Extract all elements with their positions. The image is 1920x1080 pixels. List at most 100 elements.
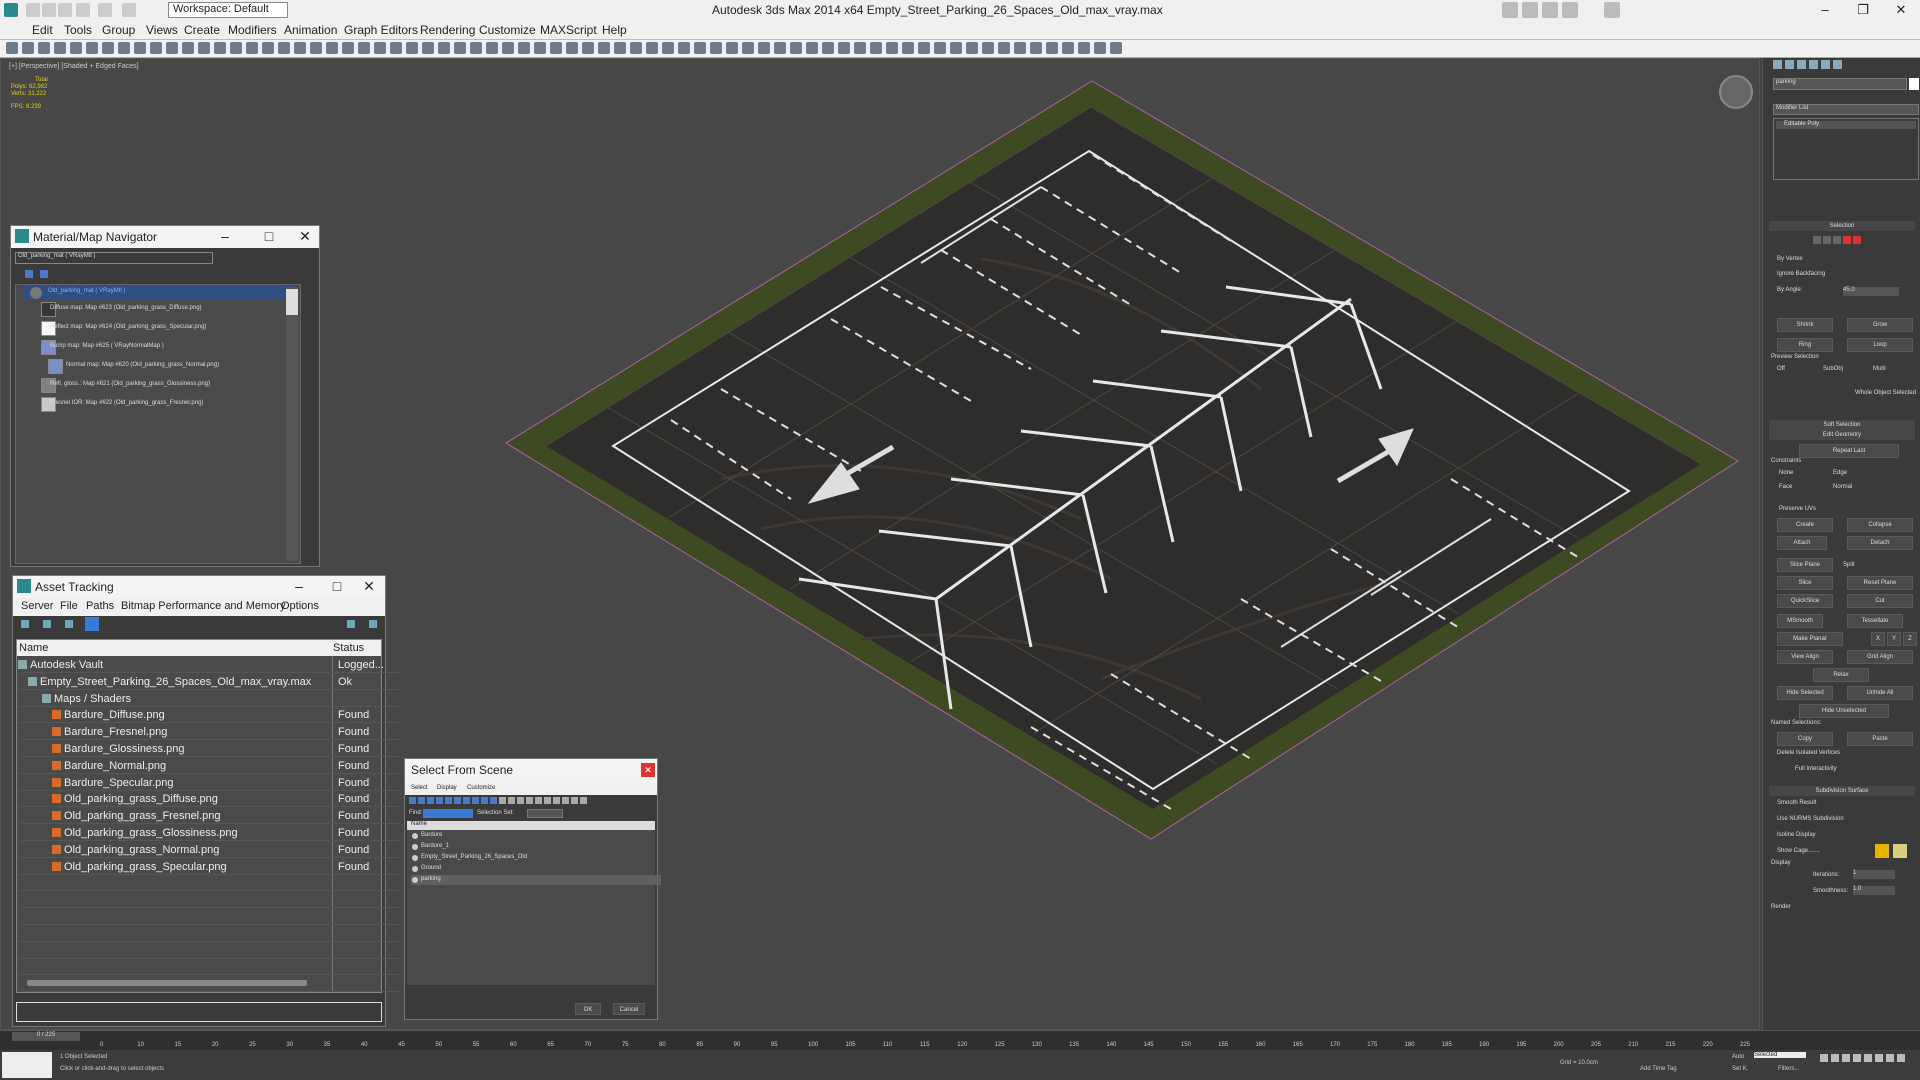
toolbar-tool-icon[interactable] (6, 42, 18, 54)
utilities-tab-icon[interactable] (1833, 60, 1842, 69)
toolbar-tool-icon[interactable] (662, 42, 674, 54)
maximize-button[interactable]: □ (255, 228, 283, 244)
search-help-icon[interactable] (1502, 2, 1518, 18)
toolbar-tool-icon[interactable] (1062, 42, 1074, 54)
toolbar-tool-icon[interactable] (838, 42, 850, 54)
edit-geometry-rollout-header[interactable]: Edit Geometry (1769, 430, 1915, 440)
isoline-display-checkbox[interactable]: Isoline Display (1777, 832, 1816, 838)
tree-icon[interactable] (65, 620, 73, 628)
toolbar-tool-icon[interactable] (102, 42, 114, 54)
menu-options[interactable]: Options (281, 600, 319, 612)
toolbar-tool-icon[interactable] (518, 42, 530, 54)
playback-button-icon[interactable] (1842, 1054, 1850, 1062)
full-interactivity-checkbox[interactable]: Full Interactivity (1795, 766, 1837, 772)
loop-button[interactable]: Loop (1847, 338, 1913, 352)
help-icon[interactable] (1604, 2, 1620, 18)
cage-color-swatch-1[interactable] (1875, 844, 1889, 858)
toolbar-tool-icon[interactable] (870, 42, 882, 54)
delete-isolated-checkbox[interactable]: Delete Isolated Vertices (1777, 750, 1840, 756)
col-name[interactable]: Name (19, 642, 48, 654)
menu-customize[interactable]: Customize (479, 23, 536, 37)
ignore-backfacing-checkbox[interactable]: Ignore Backfacing (1777, 271, 1825, 277)
toolbar-tool-icon[interactable] (902, 42, 914, 54)
table-row[interactable]: Old_parking_grass_Normal.png Found (20, 842, 400, 858)
preserve-uvs-checkbox[interactable]: Preserve UVs (1779, 506, 1816, 512)
select-from-scene-titlebar[interactable]: Select From Scene ✕ (405, 759, 657, 783)
cage-color-swatch-2[interactable] (1893, 844, 1907, 858)
list-icon[interactable] (43, 620, 51, 628)
view-align-button[interactable]: View Align (1777, 650, 1833, 664)
toolbar-tool-icon[interactable] (918, 42, 930, 54)
toolbar-tool-icon[interactable] (422, 42, 434, 54)
filter-icon[interactable] (427, 797, 434, 804)
iterations-spinner[interactable]: 1 (1853, 870, 1895, 879)
menu-customize[interactable]: Customize (467, 785, 495, 791)
toolbar-tool-icon[interactable] (1094, 42, 1106, 54)
horizontal-scrollbar[interactable] (27, 980, 307, 986)
preview-subobj-radio[interactable]: SubObj (1823, 366, 1843, 372)
subdivision-surface-rollout-header[interactable]: Subdivision Surface (1769, 786, 1915, 796)
col-name[interactable]: Name (407, 821, 655, 830)
subscription-icon[interactable] (1542, 2, 1558, 18)
ok-button[interactable]: OK (575, 1003, 601, 1015)
undo-icon[interactable] (76, 3, 90, 17)
object-name-field[interactable]: parking (1773, 78, 1907, 90)
filter-icon[interactable] (481, 797, 488, 804)
toolbar-tool-icon[interactable] (326, 42, 338, 54)
collapse-button[interactable]: Collapse (1847, 518, 1913, 532)
object-row-ground[interactable]: Ground (411, 864, 661, 874)
toolbar-tool-icon[interactable] (502, 42, 514, 54)
map-item-bump[interactable]: Bump map: Map #625 ( VRayNormalMap ) (50, 343, 164, 359)
playback-button-icon[interactable] (1864, 1054, 1872, 1062)
playback-button-icon[interactable] (1897, 1054, 1905, 1062)
filter-icon[interactable] (517, 797, 524, 804)
toolbar-tool-icon[interactable] (726, 42, 738, 54)
modifier-list-dropdown[interactable]: Modifier List (1773, 104, 1919, 115)
filter-icon[interactable] (490, 797, 497, 804)
toolbar-tool-icon[interactable] (262, 42, 274, 54)
project-icon[interactable] (122, 3, 136, 17)
toolbar-tool-icon[interactable] (406, 42, 418, 54)
root-material-row[interactable]: Old_parking_mat ( VRayMtl ) (24, 286, 294, 300)
filter-icon[interactable] (508, 797, 515, 804)
menu-help[interactable]: Help (602, 23, 627, 37)
toolbar-tool-icon[interactable] (598, 42, 610, 54)
table-row[interactable]: Old_parking_grass_Diffuse.png Found (20, 791, 400, 808)
toolbar-tool-icon[interactable] (166, 42, 178, 54)
filter-icon[interactable] (454, 797, 461, 804)
playback-button-icon[interactable] (1820, 1054, 1828, 1062)
selection-set-dropdown[interactable] (527, 809, 563, 818)
auto-key-button[interactable]: Auto (1732, 1054, 1744, 1060)
slice-plane-button[interactable]: Slice Plane (1777, 558, 1833, 572)
toolbar-tool-icon[interactable] (470, 42, 482, 54)
table-view-icon[interactable] (85, 617, 99, 631)
split-checkbox[interactable]: Split (1843, 562, 1855, 568)
make-planar-button[interactable]: Make Planar (1777, 632, 1843, 646)
repeat-last-button[interactable]: Repeat Last (1799, 444, 1899, 458)
toolbar-tool-icon[interactable] (534, 42, 546, 54)
toolbar-tool-icon[interactable] (566, 42, 578, 54)
toolbar-tool-icon[interactable] (374, 42, 386, 54)
toolbar-tool-icon[interactable] (1078, 42, 1090, 54)
find-input[interactable] (423, 809, 473, 818)
workspace-dropdown[interactable]: Workspace: Default (168, 2, 288, 18)
preview-multi-radio[interactable]: Multi (1873, 366, 1886, 372)
toolbar-tool-icon[interactable] (886, 42, 898, 54)
help-icon[interactable] (347, 620, 355, 628)
close-button[interactable]: ✕ (355, 578, 383, 595)
time-slider[interactable]: 0 / 225 (12, 1032, 80, 1041)
copy-button[interactable]: Copy (1777, 732, 1833, 746)
preview-off-radio[interactable]: Off (1777, 366, 1785, 372)
toolbar-tool-icon[interactable] (1110, 42, 1122, 54)
object-row-empty-street[interactable]: Empty_Street_Parking_26_Spaces_Old (411, 853, 661, 863)
toolbar-tool-icon[interactable] (966, 42, 978, 54)
slice-button[interactable]: Slice (1777, 576, 1833, 590)
quickslice-button[interactable]: QuickSlice (1777, 594, 1833, 608)
planar-x-button[interactable]: X (1871, 632, 1885, 646)
menu-tools[interactable]: Tools (64, 23, 92, 37)
filter-icon[interactable] (436, 797, 443, 804)
table-row[interactable]: Old_parking_grass_Glossiness.png Found (20, 825, 400, 841)
col-status[interactable]: Status (333, 642, 364, 654)
table-row[interactable]: Old_parking_grass_Fresnel.png Found (20, 808, 400, 825)
key-filter-dropdown[interactable]: Selected (1754, 1052, 1806, 1058)
